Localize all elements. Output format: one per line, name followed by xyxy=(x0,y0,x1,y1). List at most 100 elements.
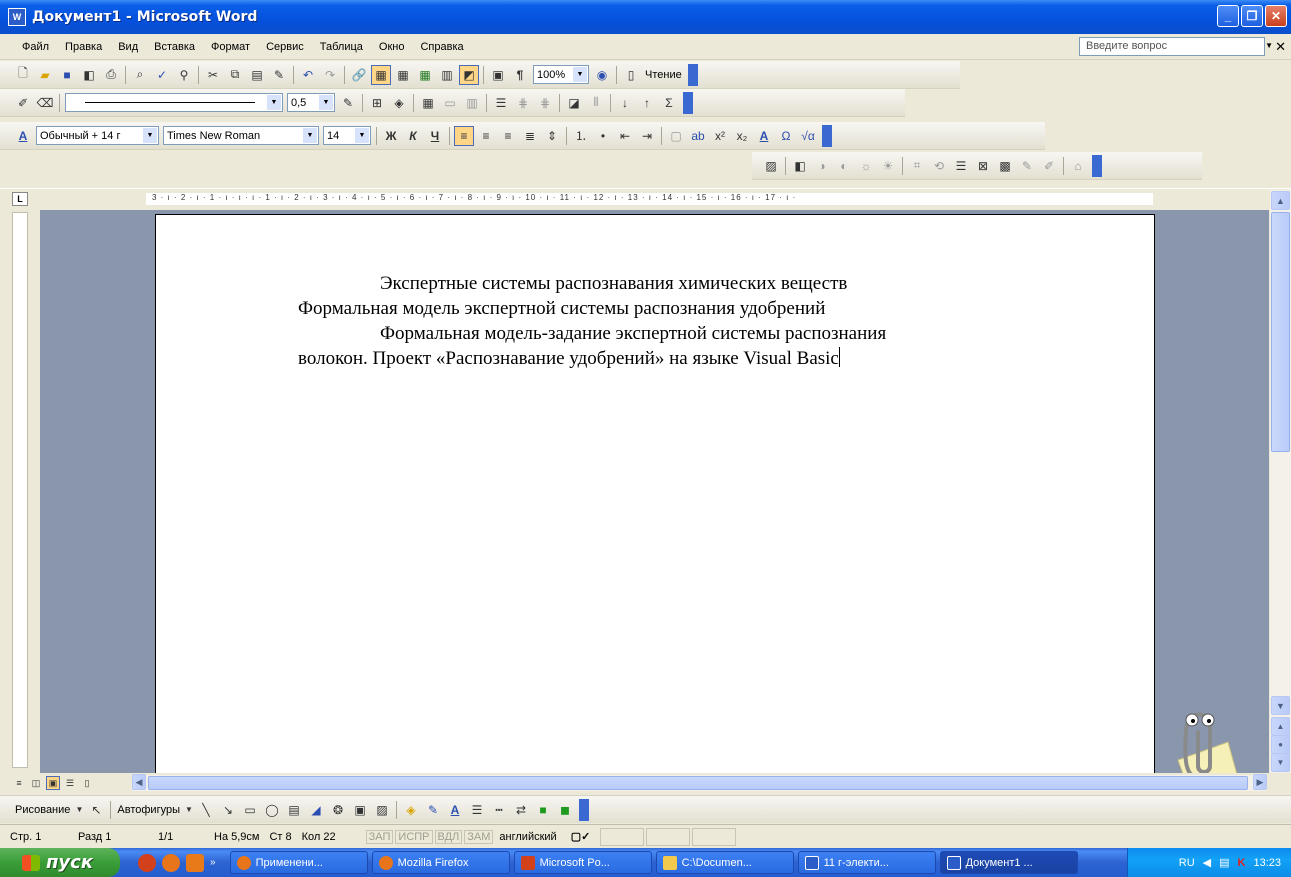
print-preview-icon[interactable]: ⌕ xyxy=(130,65,150,85)
italic-button[interactable]: К xyxy=(403,126,423,146)
increase-indent-icon[interactable]: ⇥ xyxy=(637,126,657,146)
menu-file[interactable]: Файл xyxy=(14,41,57,53)
redo-icon[interactable]: ↷ xyxy=(320,65,340,85)
insert-picture-icon[interactable]: ▨ xyxy=(761,156,781,176)
line-color-icon[interactable]: ✎ xyxy=(423,800,443,820)
symbol-icon[interactable]: Ω xyxy=(776,126,796,146)
horizontal-ruler[interactable]: 3 · ı · 2 · ı · 1 · ı · ı · ı · 1 · ı · … xyxy=(146,193,1153,205)
help-question-input[interactable]: Введите вопрос xyxy=(1079,37,1265,56)
less-brightness-icon[interactable]: ☀ xyxy=(878,156,898,176)
help-dropdown-icon[interactable]: ▼ xyxy=(1265,41,1273,50)
minimize-button[interactable]: _ xyxy=(1217,5,1239,27)
insert-excel-icon[interactable]: ▦ xyxy=(415,65,435,85)
menu-tools[interactable]: Сервис xyxy=(258,41,312,53)
toolbar-options-icon[interactable] xyxy=(1092,154,1102,177)
shadow-style-icon[interactable]: ■ xyxy=(533,800,553,820)
overtype-indicator[interactable]: ЗАМ xyxy=(464,829,494,844)
next-page-icon[interactable]: ▼ xyxy=(1271,753,1290,772)
drawing-icon[interactable]: ◩ xyxy=(459,64,479,85)
paste-icon[interactable]: ▤ xyxy=(247,65,267,85)
vertical-scrollbar[interactable]: ▲ ▼ ▲ ● ▼ xyxy=(1270,190,1291,773)
reading-view-icon[interactable]: ▯ xyxy=(80,776,94,790)
hyperlink-icon[interactable]: 🔗 xyxy=(349,65,369,85)
scroll-up-icon[interactable]: ▲ xyxy=(1271,191,1290,210)
superscript-icon[interactable]: x² xyxy=(710,126,730,146)
rotate-icon[interactable]: ⟲ xyxy=(929,156,949,176)
autoshapes-menu-button[interactable]: Автофигуры xyxy=(114,804,183,816)
quick-launch-more-icon[interactable]: » xyxy=(210,857,216,868)
toolbar-options-icon[interactable] xyxy=(687,63,698,86)
highlight-icon[interactable]: ab xyxy=(688,126,708,146)
reset-picture-icon[interactable]: ⌂ xyxy=(1068,156,1088,176)
reading-button[interactable]: Чтение xyxy=(642,69,685,81)
zoom-select[interactable]: 100% ▼ xyxy=(533,65,589,84)
merge-cells-icon[interactable]: ▭ xyxy=(440,93,460,113)
insert-picture-icon[interactable]: ▨ xyxy=(372,800,392,820)
open-folder-icon[interactable]: ▰ xyxy=(35,65,55,85)
undo-icon[interactable]: ↶ xyxy=(298,65,318,85)
line-spacing-icon[interactable]: ⇕ xyxy=(542,126,562,146)
task-button[interactable]: 11 г-электи... xyxy=(797,851,936,874)
permission-icon[interactable]: ◧ xyxy=(79,65,99,85)
word-app-icon[interactable]: W xyxy=(8,8,26,26)
font-color-icon[interactable]: A xyxy=(754,126,774,146)
read-mode-icon[interactable]: ▯ xyxy=(621,65,641,85)
spelling-status-icon[interactable]: ▢✓ xyxy=(571,830,591,843)
media-icon[interactable] xyxy=(186,853,204,872)
color-icon[interactable]: ◧ xyxy=(790,156,810,176)
underline-button[interactable]: Ч xyxy=(425,126,445,146)
text-wrapping-icon[interactable]: ▩ xyxy=(995,156,1015,176)
antivirus-icon[interactable]: K xyxy=(1238,857,1246,869)
eraser-icon[interactable]: ⌫ xyxy=(35,93,55,113)
align-center-icon[interactable]: ≡ xyxy=(476,126,496,146)
menu-help[interactable]: Справка xyxy=(412,41,471,53)
scroll-right-icon[interactable]: ▶ xyxy=(1253,774,1267,790)
insert-table-icon[interactable]: ▦ xyxy=(418,93,438,113)
tray-arrow-icon[interactable]: ◀ xyxy=(1203,856,1211,869)
document-page[interactable]: Экспертные системы распознавания химичес… xyxy=(155,214,1155,784)
scroll-thumb[interactable] xyxy=(1271,212,1290,452)
drawing-menu-button[interactable]: Рисование xyxy=(12,804,73,816)
format-picture-icon[interactable]: ✎ xyxy=(1017,156,1037,176)
text-direction-icon[interactable]: ⦀ xyxy=(586,93,606,113)
restore-button[interactable]: ❐ xyxy=(1241,5,1263,27)
research-icon[interactable]: ⚲ xyxy=(174,65,194,85)
align-icon[interactable]: ☰ xyxy=(491,93,511,113)
close-button[interactable]: ✕ xyxy=(1265,5,1287,27)
horizontal-scrollbar[interactable]: ◀ ▶ xyxy=(132,774,1267,791)
wordart-icon[interactable]: ◢ xyxy=(306,800,326,820)
arrow-icon[interactable]: ↘ xyxy=(218,800,238,820)
horizontal-scroll-thumb[interactable] xyxy=(148,776,1248,790)
previous-page-icon[interactable]: ▲ xyxy=(1271,717,1290,736)
columns-icon[interactable]: ▥ xyxy=(437,65,457,85)
font-size-select[interactable]: 14 ▼ xyxy=(323,126,371,145)
align-left-icon[interactable]: ≡ xyxy=(454,125,474,146)
autoformat-icon[interactable]: ◪ xyxy=(564,93,584,113)
diagram-icon[interactable]: ❂ xyxy=(328,800,348,820)
line-style-icon[interactable]: ☰ xyxy=(951,156,971,176)
distribute-columns-icon[interactable]: ⋕ xyxy=(535,93,555,113)
new-document-icon[interactable]: 🗋 xyxy=(13,65,33,85)
record-macro-indicator[interactable]: ЗАП xyxy=(365,829,394,844)
oval-icon[interactable]: ◯ xyxy=(262,800,282,820)
track-changes-indicator[interactable]: ИСПР xyxy=(395,829,433,844)
chevron-down-icon[interactable]: ▼ xyxy=(74,800,84,820)
font-select[interactable]: Times New Roman ▼ xyxy=(163,126,319,145)
rectangle-icon[interactable]: ▭ xyxy=(240,800,260,820)
equation-icon[interactable]: √α xyxy=(798,126,818,146)
shading-color-icon[interactable]: ◈ xyxy=(389,93,409,113)
toolbar-options-icon[interactable] xyxy=(683,91,693,114)
format-painter-icon[interactable]: ✎ xyxy=(269,65,289,85)
browse-object-icon[interactable]: ● xyxy=(1271,735,1290,754)
network-icon[interactable]: ▤ xyxy=(1219,856,1229,869)
clip-art-icon[interactable]: ▣ xyxy=(350,800,370,820)
language-bar[interactable]: RU xyxy=(1179,857,1195,869)
arrow-style-icon[interactable]: ⇄ xyxy=(511,800,531,820)
task-button[interactable]: Microsoft Po... xyxy=(513,851,652,874)
more-contrast-icon[interactable]: ◑ xyxy=(812,156,832,176)
opera-icon[interactable] xyxy=(138,853,156,872)
line-icon[interactable]: ╲ xyxy=(196,800,216,820)
tab-selector[interactable]: L xyxy=(12,192,28,206)
toolbar-options-icon[interactable] xyxy=(822,124,832,147)
task-button[interactable]: Применени... xyxy=(229,851,368,874)
